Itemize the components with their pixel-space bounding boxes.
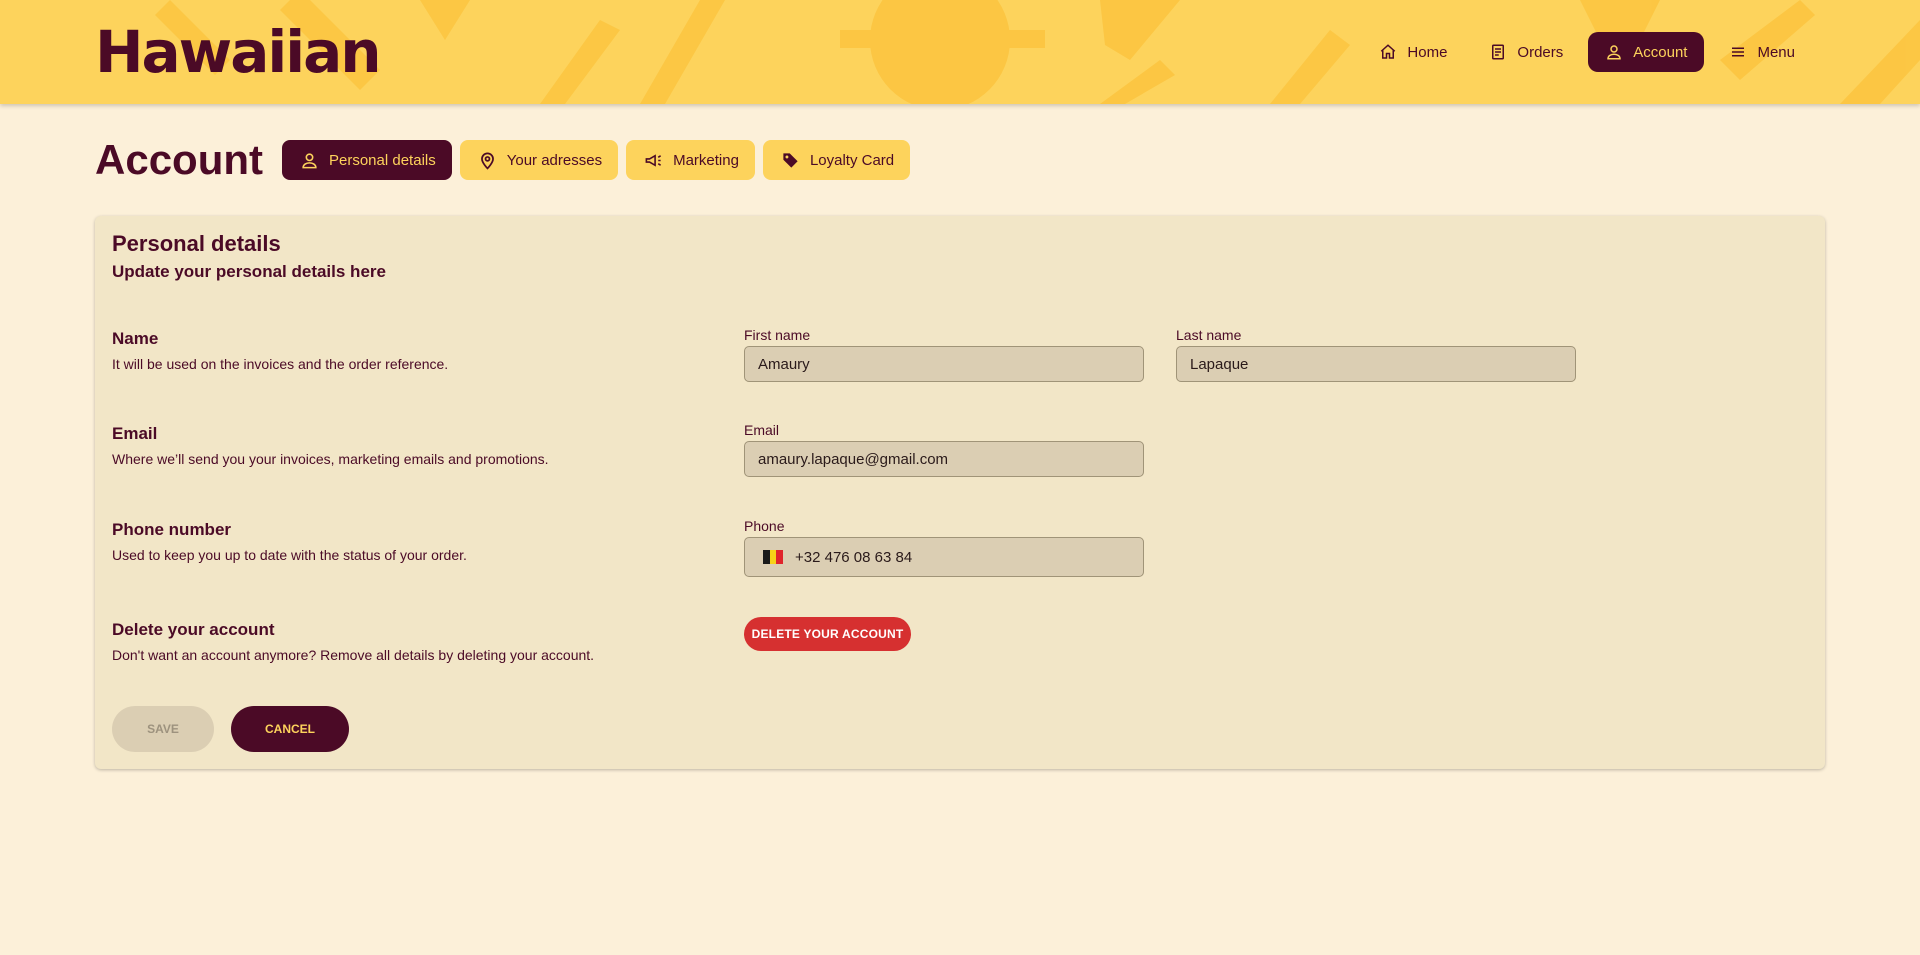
phone-section-description: Used to keep you up to date with the sta… — [112, 547, 467, 563]
cancel-button[interactable]: CANCEL — [231, 706, 349, 752]
email-section-label: Email — [112, 424, 158, 443]
phone-field-label: Phone — [744, 518, 785, 534]
receipt-icon — [1492, 44, 1505, 60]
tab-marketing-label: Marketing — [673, 151, 739, 169]
phone-field — [744, 537, 1144, 577]
page-title: Account — [95, 136, 263, 183]
tab-loyalty-card[interactable]: Loyalty Card — [762, 140, 911, 180]
card-title: Personal details — [112, 231, 281, 256]
delete-account-button[interactable]: DELETE YOUR ACCOUNT — [744, 617, 911, 651]
site-header: Hawaiian Home Orders Account Menu — [0, 0, 1920, 104]
tab-personal-details[interactable]: Personal details — [282, 140, 452, 180]
email-section-description: Where we’ll send you your invoices, mark… — [112, 451, 549, 467]
nav-menu-label: Menu — [1757, 43, 1795, 61]
tab-personal-details-label: Personal details — [329, 151, 436, 169]
personal-details-card: Personal details Update your personal de… — [95, 216, 1825, 769]
delete-section-label: Delete your account — [112, 620, 275, 639]
nav-menu[interactable]: Menu — [1712, 32, 1812, 72]
name-section-label: Name — [112, 329, 159, 348]
name-section-description: It will be used on the invoices and the … — [112, 356, 449, 372]
phone-section-label: Phone number — [112, 520, 232, 539]
phone-input[interactable] — [795, 548, 1115, 566]
logo-text: Hawaiian — [95, 18, 382, 86]
nav-home-label: Home — [1407, 43, 1448, 61]
last-name-input[interactable] — [1176, 346, 1576, 382]
nav-account-label: Account — [1633, 43, 1688, 61]
nav-orders[interactable]: Orders — [1472, 32, 1580, 72]
megaphone-icon — [645, 153, 662, 167]
save-button[interactable]: SAVE — [112, 706, 214, 752]
tab-your-adresses[interactable]: Your adresses — [459, 140, 619, 180]
tag-icon — [783, 152, 798, 168]
tab-loyalty-card-label: Loyalty Card — [809, 151, 895, 169]
main-nav: Home Orders Account Menu — [1362, 32, 1812, 72]
email-field-label: Email — [744, 422, 780, 438]
map-pin-icon — [480, 152, 494, 170]
belgium-flag-icon[interactable] — [763, 550, 784, 564]
hamburger-icon — [1732, 47, 1745, 57]
last-name-label: Last name — [1176, 327, 1242, 343]
first-name-label: First name — [744, 327, 811, 343]
account-tabs: Personal details Your adresses Marketing… — [282, 140, 911, 180]
user-icon — [1607, 45, 1622, 60]
hawaiian-logo[interactable]: Hawaiian — [95, 18, 382, 86]
home-icon — [1381, 44, 1396, 59]
tab-your-adresses-label: Your adresses — [506, 151, 603, 169]
first-name-input[interactable] — [744, 346, 1144, 382]
nav-account[interactable]: Account — [1588, 32, 1705, 72]
nav-home[interactable]: Home — [1362, 32, 1464, 72]
email-input[interactable] — [744, 441, 1144, 477]
tab-marketing[interactable]: Marketing — [626, 140, 755, 180]
user-icon — [302, 152, 317, 168]
nav-orders-label: Orders — [1517, 43, 1564, 61]
delete-section-description: Don't want an account anymore? Remove al… — [112, 647, 595, 663]
card-subtitle: Update your personal details here — [112, 262, 386, 281]
